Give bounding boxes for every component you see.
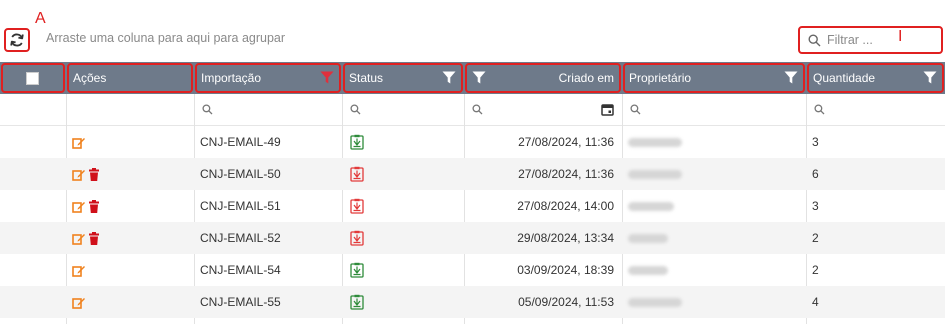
column-filter-row	[0, 94, 945, 126]
cell-status	[350, 126, 464, 158]
table-row[interactable]: CNJ-EMAIL-52 29/08/2024, 13:34 2	[0, 222, 945, 254]
table-row[interactable]: CNJ-EMAIL-50 27/08/2024, 11:36 6	[0, 158, 945, 190]
header-proprietario[interactable]: Proprietário	[622, 62, 806, 94]
cell-proprietario-redacted	[622, 190, 806, 222]
cell-quantidade: 2	[812, 263, 819, 277]
import-success-icon	[350, 262, 364, 278]
row-actions	[72, 286, 192, 318]
edit-icon[interactable]	[72, 168, 85, 181]
table-row[interactable]: CNJ-EMAIL-55 05/09/2024, 11:53 4	[0, 286, 945, 318]
header-importacao[interactable]: Importação	[194, 62, 342, 94]
annotation-letter-i: I	[898, 28, 903, 45]
header-criado-em-label: Criado em	[558, 71, 614, 85]
cell-importacao: CNJ-EMAIL-52	[200, 231, 281, 245]
search-icon	[814, 104, 825, 115]
filter-cell-proprietario[interactable]	[622, 94, 806, 126]
refresh-button[interactable]	[4, 28, 30, 52]
header-status-label: Status	[349, 71, 384, 85]
table-row[interactable]: CNJ-EMAIL-49 27/08/2024, 11:36 3	[0, 126, 945, 158]
row-actions	[72, 158, 192, 190]
filter-cell-criado-em[interactable]	[464, 94, 622, 126]
row-actions	[72, 222, 192, 254]
cell-quantidade: 3	[812, 135, 819, 149]
search-icon	[808, 33, 821, 46]
cell-status	[350, 190, 464, 222]
table-row[interactable]: CNJ-EMAIL-51 27/08/2024, 14:00 3	[0, 190, 945, 222]
search-icon	[202, 104, 213, 115]
grid-toolbar: Arraste uma coluna para aqui para agrupa…	[0, 0, 945, 60]
delete-icon[interactable]	[88, 167, 100, 181]
filter-funnel-icon[interactable]	[784, 71, 798, 84]
calendar-icon[interactable]	[601, 103, 614, 116]
grid-header-row: Ações Importação Status Criado em Propri…	[0, 62, 945, 94]
search-icon	[350, 104, 361, 115]
cell-importacao: CNJ-EMAIL-54	[200, 263, 281, 277]
cell-quantidade: 6	[812, 167, 819, 181]
row-actions	[72, 126, 192, 158]
edit-icon[interactable]	[72, 200, 85, 213]
import-error-icon	[350, 166, 364, 182]
cell-proprietario-redacted	[622, 286, 806, 318]
header-quantidade[interactable]: Quantidade	[806, 62, 945, 94]
cell-importacao: CNJ-EMAIL-55	[200, 295, 281, 309]
cell-criado-em: 27/08/2024, 11:36	[518, 167, 614, 181]
header-proprietario-label: Proprietário	[629, 71, 692, 85]
cell-importacao: CNJ-EMAIL-51	[200, 199, 281, 213]
search-icon	[472, 104, 483, 115]
cell-criado-em: 03/09/2024, 18:39	[517, 263, 614, 277]
filter-cell-importacao[interactable]	[194, 94, 342, 126]
edit-icon[interactable]	[72, 136, 85, 149]
header-criado-em[interactable]: Criado em	[464, 62, 622, 94]
header-select-all[interactable]	[0, 62, 66, 94]
cell-status	[350, 286, 464, 318]
search-icon	[630, 104, 641, 115]
cell-proprietario-redacted	[622, 126, 806, 158]
import-error-icon	[350, 198, 364, 214]
filter-funnel-icon[interactable]	[472, 71, 486, 84]
filter-funnel-active-icon[interactable]	[320, 71, 334, 84]
cell-importacao: CNJ-EMAIL-50	[200, 167, 281, 181]
import-success-icon	[350, 294, 364, 310]
cell-proprietario-redacted	[622, 158, 806, 190]
group-drop-hint[interactable]: Arraste uma coluna para aqui para agrupa…	[46, 31, 285, 45]
annotation-letter-a: A	[35, 10, 46, 27]
header-acoes[interactable]: Ações	[66, 62, 194, 94]
cell-status	[350, 254, 464, 286]
cell-status	[350, 222, 464, 254]
import-success-icon	[350, 134, 364, 150]
cell-quantidade: 3	[812, 199, 819, 213]
cell-quantidade: 4	[812, 295, 819, 309]
cell-criado-em: 27/08/2024, 11:36	[518, 135, 614, 149]
import-error-icon	[350, 230, 364, 246]
header-importacao-label: Importação	[201, 71, 262, 85]
cell-proprietario-redacted	[622, 254, 806, 286]
filter-cell-status[interactable]	[342, 94, 464, 126]
row-actions	[72, 254, 192, 286]
cell-criado-em: 05/09/2024, 11:53	[518, 295, 614, 309]
edit-icon[interactable]	[72, 232, 85, 245]
filter-funnel-icon[interactable]	[442, 71, 456, 84]
refresh-icon	[10, 33, 24, 47]
row-actions	[72, 190, 192, 222]
filter-funnel-icon[interactable]	[923, 71, 937, 84]
edit-icon[interactable]	[72, 296, 85, 309]
delete-icon[interactable]	[88, 231, 100, 245]
cell-importacao: CNJ-EMAIL-49	[200, 135, 281, 149]
table-row[interactable]: CNJ-EMAIL-54 03/09/2024, 18:39 2	[0, 254, 945, 286]
delete-icon[interactable]	[88, 199, 100, 213]
header-quantidade-label: Quantidade	[813, 71, 876, 85]
cell-criado-em: 27/08/2024, 14:00	[517, 199, 614, 213]
cell-criado-em: 29/08/2024, 13:34	[517, 231, 614, 245]
cell-quantidade: 2	[812, 231, 819, 245]
header-status[interactable]: Status	[342, 62, 464, 94]
select-all-checkbox[interactable]	[26, 72, 39, 85]
cell-status	[350, 158, 464, 190]
filter-cell-quantidade[interactable]	[806, 94, 945, 126]
cell-proprietario-redacted	[622, 222, 806, 254]
global-filter[interactable]	[798, 26, 943, 54]
global-filter-input[interactable]	[827, 33, 897, 47]
edit-icon[interactable]	[72, 264, 85, 277]
header-acoes-label: Ações	[73, 71, 107, 85]
